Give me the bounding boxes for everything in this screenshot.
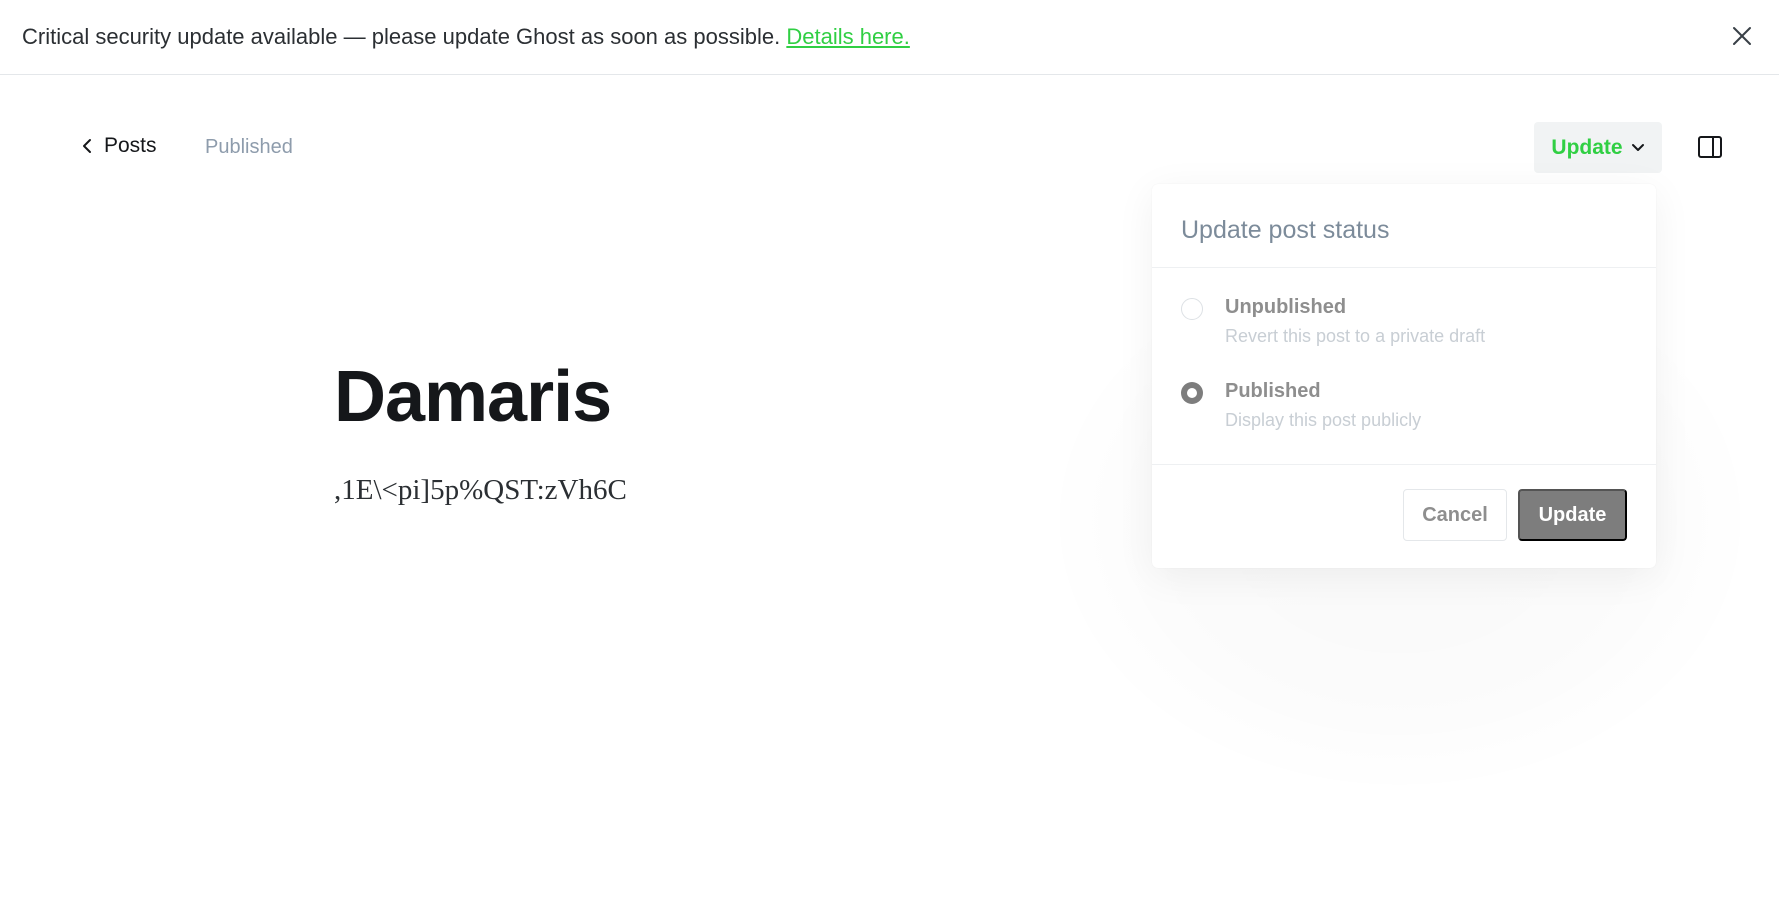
- banner-text: Critical security update available — ple…: [22, 24, 910, 50]
- post-title[interactable]: Damaris: [334, 356, 612, 438]
- banner-details-link[interactable]: Details here.: [786, 24, 910, 49]
- popup-header: Update post status: [1152, 184, 1656, 268]
- close-icon[interactable]: [1728, 22, 1756, 50]
- popup-title: Update post status: [1181, 216, 1390, 244]
- update-dropdown-label: Update: [1551, 135, 1623, 159]
- radio-unpublished[interactable]: [1181, 298, 1203, 320]
- post-status-label: Published: [205, 136, 293, 158]
- banner-message: Critical security update available — ple…: [22, 24, 781, 49]
- update-button[interactable]: Update: [1518, 489, 1627, 541]
- update-status-popup: Update post status Unpublished Revert th…: [1152, 184, 1656, 568]
- security-banner: Critical security update available — ple…: [0, 0, 1779, 75]
- update-dropdown-button[interactable]: Update: [1534, 122, 1662, 173]
- option-description: Revert this post to a private draft: [1225, 326, 1486, 346]
- post-body[interactable]: ,1E\<pi]5p%QST:zVh6C: [334, 474, 627, 507]
- option-label: Published: [1225, 380, 1321, 402]
- option-unpublished[interactable]: Unpublished Revert this post to a privat…: [1181, 296, 1621, 352]
- back-label: Posts: [104, 134, 157, 157]
- option-label: Unpublished: [1225, 296, 1347, 318]
- chevron-down-icon: [1631, 143, 1644, 151]
- sidebar-toggle-icon[interactable]: [1697, 134, 1723, 160]
- radio-published[interactable]: [1181, 382, 1203, 404]
- popup-divider: [1152, 464, 1656, 465]
- cancel-button[interactable]: Cancel: [1403, 489, 1507, 541]
- option-published[interactable]: Published Display this post publicly: [1181, 380, 1621, 436]
- option-description: Display this post publicly: [1225, 410, 1422, 430]
- back-to-posts-link[interactable]: Posts: [82, 134, 157, 158]
- chevron-left-icon: [83, 139, 91, 153]
